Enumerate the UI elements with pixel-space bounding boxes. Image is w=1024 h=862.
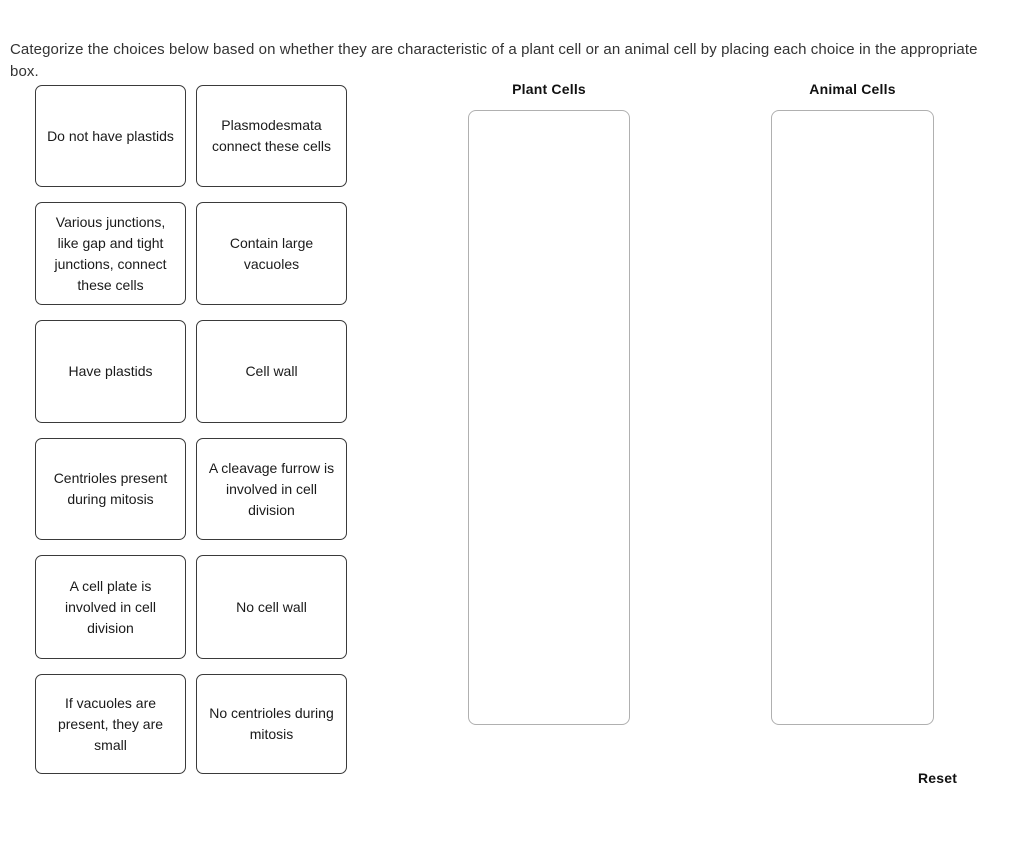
instruction-text: Categorize the choices below based on wh… bbox=[10, 41, 978, 80]
dropzone-title-plant-cells: Plant Cells bbox=[512, 81, 586, 97]
dropzone-group-plant-cells: Plant Cells bbox=[468, 81, 630, 725]
dropzone-group-animal-cells: Animal Cells bbox=[771, 81, 934, 725]
choice-row: A cell plate is involved in cell divisio… bbox=[35, 555, 347, 659]
choice-tile-cell-plate[interactable]: A cell plate is involved in cell divisio… bbox=[35, 555, 186, 659]
choice-tile-vacuoles-small[interactable]: If vacuoles are present, they are small bbox=[35, 674, 186, 774]
dropzone-title-animal-cells: Animal Cells bbox=[809, 81, 896, 97]
dropzone-plant-cells[interactable] bbox=[468, 110, 630, 725]
choice-tile-have-plastids[interactable]: Have plastids bbox=[35, 320, 186, 423]
choice-row: Have plastids Cell wall bbox=[35, 320, 347, 423]
choice-tile-cell-wall[interactable]: Cell wall bbox=[196, 320, 347, 423]
choice-row: If vacuoles are present, they are small … bbox=[35, 674, 347, 774]
choice-row: Various junctions, like gap and tight ju… bbox=[35, 202, 347, 305]
choice-tile-centrioles-present[interactable]: Centrioles present during mitosis bbox=[35, 438, 186, 540]
reset-button[interactable]: Reset bbox=[918, 770, 957, 786]
choice-row: Centrioles present during mitosis A clea… bbox=[35, 438, 347, 540]
choice-tile-cleavage-furrow[interactable]: A cleavage furrow is involved in cell di… bbox=[196, 438, 347, 540]
choice-tile-no-centrioles[interactable]: No centrioles during mitosis bbox=[196, 674, 347, 774]
choice-tile-various-junctions[interactable]: Various junctions, like gap and tight ju… bbox=[35, 202, 186, 305]
choice-tile-contain-large-vacuoles[interactable]: Contain large vacuoles bbox=[196, 202, 347, 305]
choice-tile-no-cell-wall[interactable]: No cell wall bbox=[196, 555, 347, 659]
choice-pool: Do not have plastids Plasmodesmata conne… bbox=[35, 85, 347, 789]
dropzone-animal-cells[interactable] bbox=[771, 110, 934, 725]
choice-tile-do-not-have-plastids[interactable]: Do not have plastids bbox=[35, 85, 186, 187]
choice-row: Do not have plastids Plasmodesmata conne… bbox=[35, 85, 347, 187]
choice-tile-plasmodesmata-connect[interactable]: Plasmodesmata connect these cells bbox=[196, 85, 347, 187]
